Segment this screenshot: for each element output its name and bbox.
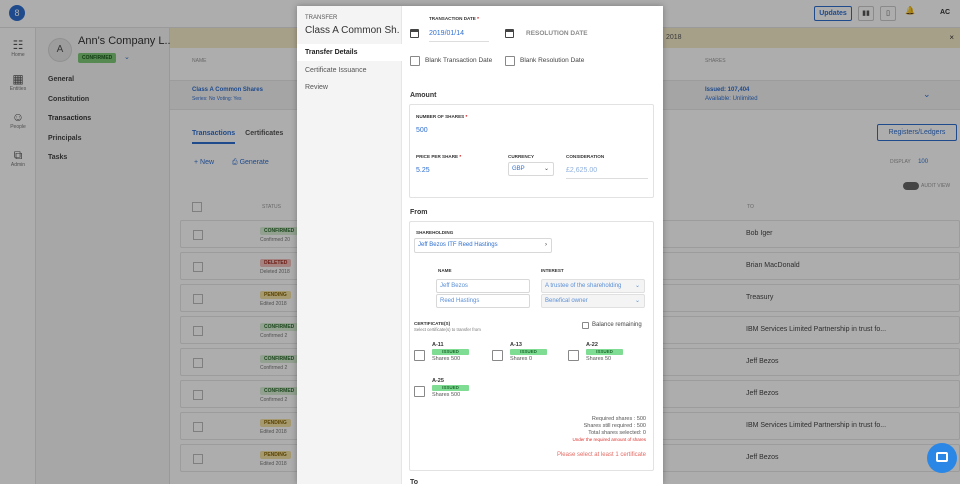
certificate-status: ISSUED <box>586 349 623 355</box>
name-column-header: NAME <box>438 268 452 273</box>
certificate-card[interactable]: A-22 ISSUED Shares 50 <box>568 342 638 368</box>
chat-icon <box>936 452 948 462</box>
certificate-card[interactable]: A-11 ISSUED Shares 500 <box>414 342 484 368</box>
currency-value: GBP <box>512 166 525 172</box>
chevron-down-icon: ⌄ <box>543 166 549 172</box>
from-section-title: From <box>410 209 428 216</box>
certificate-id: A-22 <box>586 342 598 348</box>
transaction-date-label: TRANSACTION DATE * <box>429 16 479 21</box>
certificate-shares: Shares 500 <box>432 392 461 398</box>
modal-form: TRANSACTION DATE * 2019/01/14 RESOLUTION… <box>402 6 663 484</box>
consideration-label: CONSIDERATION <box>566 154 605 159</box>
certificate-card[interactable]: A-25 ISSUED Shares 500 <box>414 378 484 404</box>
modal-steps: TRANSFER Class A Common Sh... Transfer D… <box>297 6 402 484</box>
number-of-shares-label: NUMBER OF SHARES * <box>416 114 468 119</box>
certificate-checkbox[interactable] <box>414 350 425 361</box>
required-shares: Required shares : 500 <box>591 416 646 422</box>
modal-title: Class A Common Sh... <box>305 25 400 36</box>
calendar-icon <box>410 29 419 38</box>
step-certificate-issuance[interactable]: Certificate Issuance <box>297 62 402 79</box>
certificates-hint: Select certificate(s) to transfer from <box>414 327 481 332</box>
certificate-status: ISSUED <box>432 385 469 391</box>
holder-name-field[interactable]: Reed Hastings <box>436 294 530 308</box>
blank-transaction-date-checkbox[interactable] <box>410 56 420 66</box>
transfer-modal: TRANSFER Class A Common Sh... Transfer D… <box>297 6 663 484</box>
to-section-title: To <box>410 479 419 484</box>
step-review[interactable]: Review <box>297 79 402 96</box>
step-transfer-details[interactable]: Transfer Details <box>297 44 402 61</box>
chevron-down-icon: ⌄ <box>634 298 640 304</box>
certificate-id: A-11 <box>432 342 444 348</box>
certificate-id: A-13 <box>510 342 522 348</box>
total-shares-selected: Total shares selected: 0 <box>588 430 646 436</box>
number-of-shares-label-text: NUMBER OF SHARES <box>416 114 465 119</box>
chat-launcher[interactable] <box>927 443 957 473</box>
currency-label: CURRENCY <box>508 154 535 159</box>
holder-interest-select[interactable]: Benefical owner ⌄ <box>541 294 645 308</box>
certificate-shares: Shares 0 <box>510 356 533 362</box>
blank-transaction-date-label: Blank Transaction Date <box>425 57 493 64</box>
transaction-date-underline <box>429 41 489 42</box>
certificate-checkbox[interactable] <box>414 386 425 397</box>
consideration-underline <box>566 178 648 179</box>
holder-name-field[interactable]: Jeff Bezos <box>436 279 530 293</box>
currency-select[interactable]: GBP ⌄ <box>508 162 554 176</box>
certificate-error: Please select at least 1 certificate <box>556 452 646 458</box>
blank-resolution-date-label: Blank Resolution Date <box>520 57 585 64</box>
shareholding-value: Jeff Bezos ITF Reed Hastings <box>418 242 498 248</box>
chevron-right-icon: › <box>545 242 547 248</box>
shareholding-label: SHAREHOLDING <box>416 230 454 235</box>
shares-still-required: Shares still required : 500 <box>583 423 646 429</box>
interest-column-header: INTEREST <box>541 268 564 273</box>
amount-panel: NUMBER OF SHARES * 500 PRICE PER SHARE *… <box>409 104 654 198</box>
chevron-down-icon: ⌄ <box>634 283 640 289</box>
transaction-date-label-text: TRANSACTION DATE <box>429 16 476 21</box>
shareholding-select[interactable]: Jeff Bezos ITF Reed Hastings › <box>414 238 552 253</box>
certificate-checkbox[interactable] <box>568 350 579 361</box>
certificates-label: CERTIFICATE(S) <box>414 321 451 326</box>
price-per-share-input[interactable]: 5.25 <box>416 167 430 174</box>
balance-remaining-checkbox[interactable] <box>582 322 589 329</box>
resolution-date-input[interactable]: RESOLUTION DATE <box>526 30 588 37</box>
modal-eyebrow: TRANSFER <box>305 15 338 21</box>
certificate-status: ISSUED <box>432 349 469 355</box>
blank-resolution-date-checkbox[interactable] <box>505 56 515 66</box>
holder-interest-select[interactable]: A trustee of the shareholding ⌄ <box>541 279 645 293</box>
amount-section-title: Amount <box>410 92 437 99</box>
certificate-checkbox[interactable] <box>492 350 503 361</box>
from-panel: SHAREHOLDING Jeff Bezos ITF Reed Hasting… <box>409 221 654 471</box>
certificate-status: ISSUED <box>510 349 547 355</box>
transaction-date-input[interactable]: 2019/01/14 <box>429 30 464 37</box>
certificate-card[interactable]: A-13 ISSUED Shares 0 <box>492 342 562 368</box>
certificate-shares: Shares 50 <box>586 356 612 362</box>
price-per-share-label-text: PRICE PER SHARE <box>416 154 459 159</box>
balance-remaining-label: Balance remaining <box>592 322 642 328</box>
holder-interest-value: A trustee of the shareholding <box>545 283 622 289</box>
holder-interest-value: Benefical owner <box>545 298 588 304</box>
certificate-shares: Shares 500 <box>432 356 461 362</box>
number-of-shares-input[interactable]: 500 <box>416 127 428 134</box>
consideration-value: £2,625.00 <box>566 167 598 174</box>
under-required-warning: Under the required amount of shares <box>572 437 646 442</box>
price-per-share-label: PRICE PER SHARE * <box>416 154 462 159</box>
certificate-id: A-25 <box>432 378 444 384</box>
calendar-icon <box>505 29 514 38</box>
